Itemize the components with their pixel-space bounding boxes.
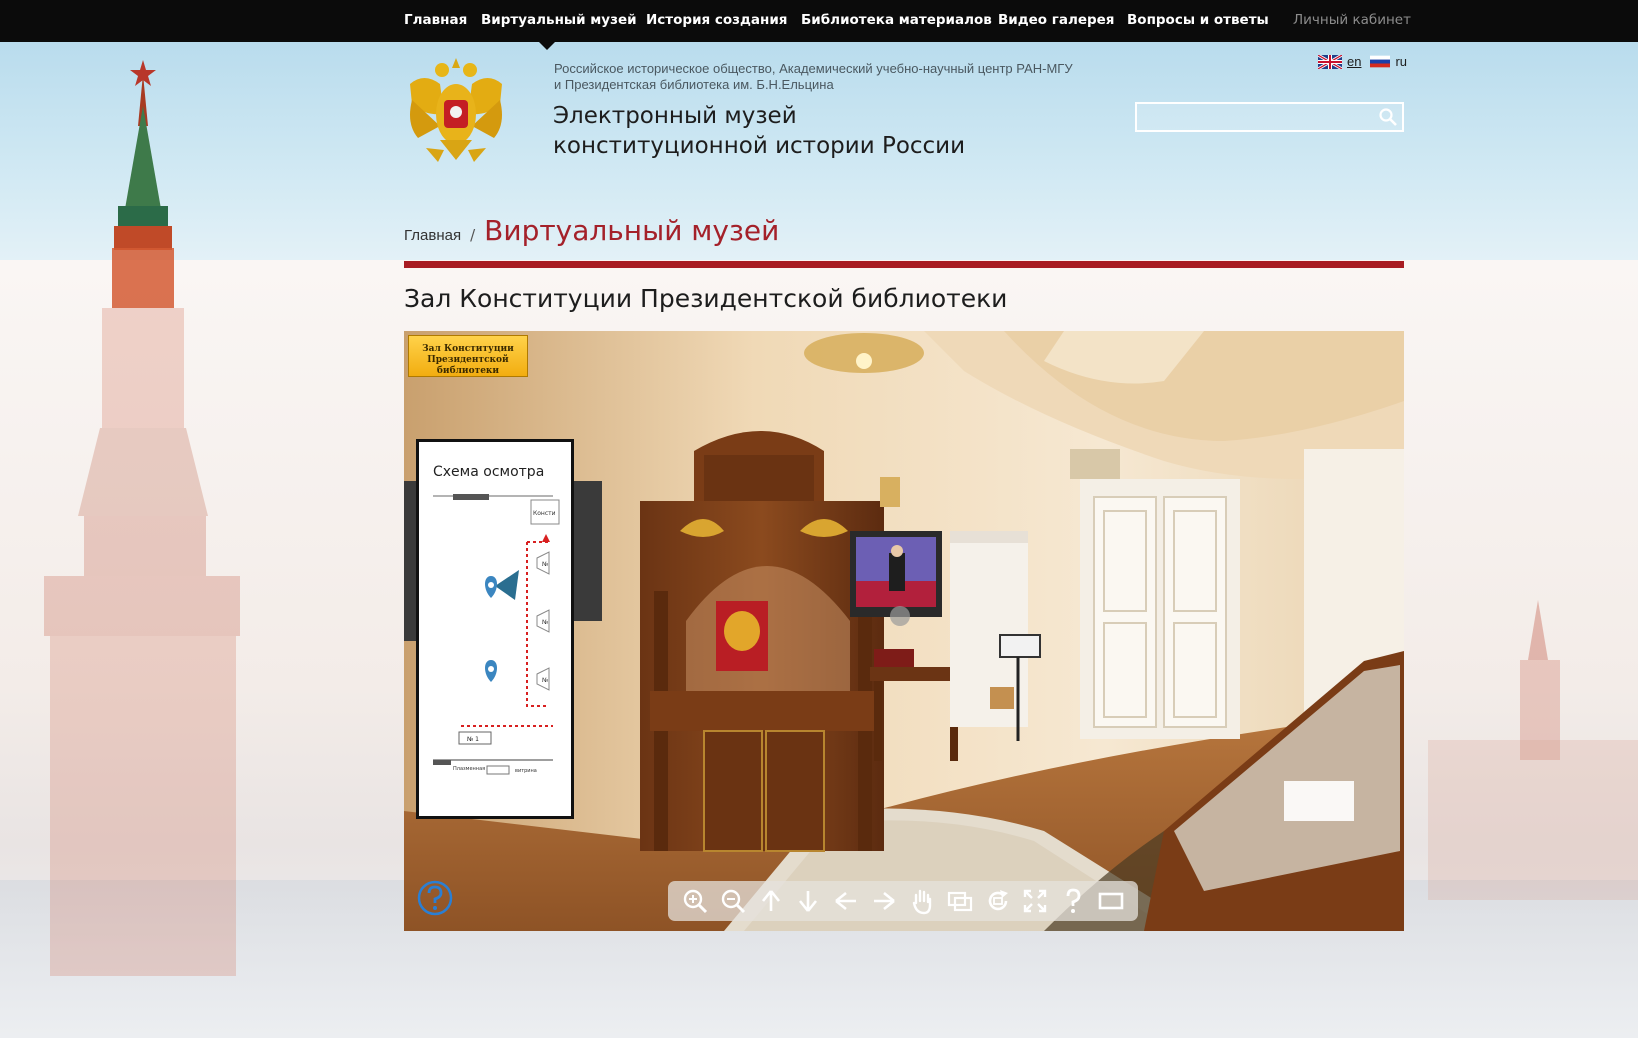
hand-icon[interactable] (907, 886, 937, 916)
help-icon[interactable] (1058, 886, 1088, 916)
autorotate-icon[interactable] (983, 886, 1013, 916)
kremlin-tower-background (44, 60, 240, 976)
tour-scheme-map[interactable]: Схема осмотра Консти № № № № 1 Плазменна… (416, 439, 574, 819)
uk-flag-icon[interactable] (1318, 54, 1342, 69)
breadcrumb: Главная / Виртуальный музей (404, 214, 779, 247)
scheme-title: Схема осмотра (433, 464, 545, 480)
tour-help-icon[interactable] (416, 879, 454, 917)
coat-of-arms-logo[interactable] (404, 54, 508, 166)
hall-label-badge[interactable]: Зал Конституции Президентской библиотеки (408, 335, 528, 377)
search-icon[interactable] (1378, 107, 1398, 127)
org-line-1: Российское историческое общество, Академ… (554, 61, 1073, 76)
arrow-up-icon[interactable] (756, 886, 786, 916)
breadcrumb-separator: / (470, 226, 476, 244)
russia-flag-icon[interactable] (1370, 55, 1391, 68)
org-line-2: и Президентская библиотека им. Б.Н.Ельци… (554, 77, 834, 92)
scheme-label-konst: Консти (533, 510, 556, 517)
nav-item-virtual-museum[interactable]: Виртуальный музей (481, 12, 637, 28)
zoom-out-icon[interactable] (718, 886, 748, 916)
lang-ru-label[interactable]: ru (1395, 54, 1407, 69)
window-icon[interactable] (1096, 886, 1126, 916)
scheme-label-no-2: № (542, 619, 548, 626)
scheme-label-no1: № 1 (467, 736, 479, 743)
active-nav-caret (538, 41, 556, 50)
scheme-label-vitrina: витрина (515, 768, 537, 774)
fullscreen-icon[interactable] (1020, 886, 1050, 916)
page-title: Зал Конституции Президентской библиотеки (404, 284, 1008, 313)
site-title-line-1: Электронный музей (553, 103, 797, 129)
scheme-floorplan[interactable]: Консти № № № № 1 Плазменная панель витри… (419, 490, 571, 819)
language-switcher: en ru (1318, 54, 1407, 69)
virtual-tour-panorama[interactable]: Зал Конституции Президентской библиотеки… (404, 331, 1404, 931)
lang-en-link[interactable]: en (1347, 54, 1361, 69)
breadcrumb-current: Виртуальный музей (484, 214, 780, 247)
hall-label-line-2: Президентской библиотеки (427, 355, 509, 376)
nav-personal-cabinet[interactable]: Личный кабинет (1293, 12, 1411, 28)
arrow-left-icon[interactable] (831, 886, 861, 916)
organizations-text: Российское историческое общество, Академ… (554, 61, 1073, 93)
section-divider (404, 261, 1404, 268)
breadcrumb-home-link[interactable]: Главная (404, 227, 461, 244)
zoom-in-icon[interactable] (680, 886, 710, 916)
tour-control-toolbar (668, 881, 1138, 921)
arrow-down-icon[interactable] (793, 886, 823, 916)
nav-item-faq[interactable]: Вопросы и ответы (1127, 12, 1269, 28)
site-title-line-2: конституционной истории России (553, 133, 966, 159)
scheme-label-no-3: № (542, 677, 548, 684)
search-box (1135, 102, 1404, 132)
nav-item-library[interactable]: Библиотека материалов (801, 12, 992, 28)
search-input[interactable] (1139, 106, 1369, 128)
top-navigation: Главная Виртуальный музей История создан… (0, 0, 1638, 42)
hotspots-icon[interactable] (945, 886, 975, 916)
nav-item-video[interactable]: Видео галерея (998, 12, 1114, 28)
scheme-label-no-1: № (542, 561, 548, 568)
arrow-right-icon[interactable] (869, 886, 899, 916)
site-title[interactable]: Электронный музей конституционной истори… (553, 101, 965, 161)
nav-item-history[interactable]: История создания (646, 12, 787, 28)
nav-item-home[interactable]: Главная (404, 12, 467, 28)
right-tower-background (1428, 600, 1638, 900)
hall-label-line-1: Зал Конституции (422, 344, 514, 354)
